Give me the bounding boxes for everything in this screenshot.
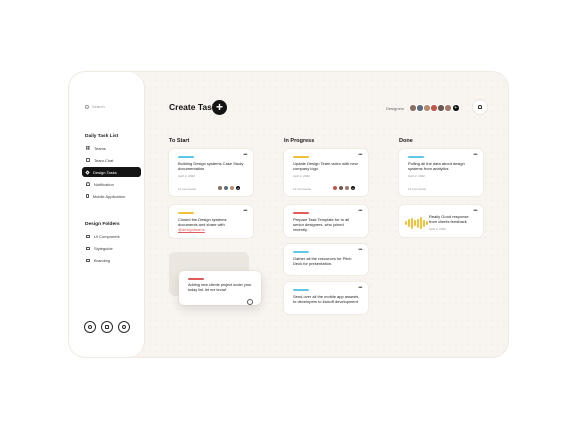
help-button[interactable] xyxy=(118,321,130,333)
folder-icon xyxy=(86,234,90,238)
more-options-icon[interactable]: ••• xyxy=(358,209,362,214)
more-options-icon[interactable]: ••• xyxy=(473,153,477,158)
settings-button[interactable] xyxy=(84,321,96,333)
designer-avatar[interactable] xyxy=(444,104,452,112)
sidebar: Search Daily Task List Teams Team Chat D… xyxy=(69,72,144,357)
task-card[interactable]: ••• Update Design Team video with new co… xyxy=(284,149,368,196)
column-title-done: Done xyxy=(399,138,413,144)
designers-label: Designers xyxy=(386,106,405,111)
task-card[interactable]: ••• Gather all the resources for Pitch D… xyxy=(284,244,368,275)
task-card[interactable]: ••• Send over all the mobile app assests… xyxy=(284,282,368,314)
bell-icon xyxy=(478,104,482,110)
sidebar-item-design-tasks[interactable]: Design Tasks xyxy=(82,167,141,177)
page-title: Create Task xyxy=(169,102,217,112)
folder-icon xyxy=(86,258,90,262)
task-card[interactable]: ••• Really Good response from clients fe… xyxy=(399,205,483,237)
avatar-more: + xyxy=(350,185,356,191)
tag-label xyxy=(188,278,204,280)
tag-label xyxy=(293,289,309,291)
help-icon xyxy=(122,325,126,329)
chat-icon xyxy=(86,158,90,162)
more-options-icon[interactable]: ••• xyxy=(243,209,247,214)
folder-item-ui-components[interactable]: UI Componets xyxy=(82,231,141,241)
mention-link[interactable]: @designteams xyxy=(178,227,205,232)
sidebar-item-mobile-application[interactable]: Mobile Application xyxy=(82,191,141,201)
sidebar-item-notification[interactable]: Notification xyxy=(82,179,141,189)
folder-item-branding[interactable]: Branding xyxy=(82,255,141,265)
mail-icon xyxy=(105,325,109,329)
task-card[interactable]: ••• Building Design systems Case Study d… xyxy=(169,149,253,196)
add-designer-button[interactable]: + xyxy=(452,104,460,112)
section-title-daily-tasks: Daily Task List xyxy=(85,134,119,139)
task-card[interactable]: ••• Closed the Design systems documents … xyxy=(169,205,253,238)
grid-icon xyxy=(86,146,90,150)
assignee-avatars: + xyxy=(217,185,247,191)
folder-icon xyxy=(86,246,90,250)
drag-cursor-icon xyxy=(247,299,253,305)
more-options-icon[interactable]: ••• xyxy=(473,209,477,214)
card-title: Closed the Design systems documents and … xyxy=(178,217,227,233)
audio-waveform-icon xyxy=(405,217,428,229)
tag-label xyxy=(293,156,309,158)
avatar-more: + xyxy=(235,185,241,191)
assignee-avatars: + xyxy=(332,185,362,191)
more-options-icon[interactable]: ••• xyxy=(243,153,247,158)
notification-button[interactable] xyxy=(473,100,487,114)
mail-button[interactable] xyxy=(101,321,113,333)
search-input[interactable]: Search xyxy=(85,104,105,109)
task-card[interactable]: ••• Pulling all the data about design sy… xyxy=(399,149,483,196)
phone-icon xyxy=(86,194,89,198)
column-title-to-start: To Start xyxy=(169,138,190,144)
settings-icon xyxy=(88,325,92,329)
pen-icon xyxy=(85,169,90,175)
create-task-button[interactable]: + xyxy=(212,100,227,115)
search-icon xyxy=(85,104,89,109)
tag-label xyxy=(293,251,309,253)
column-title-in-progress: In Progress xyxy=(284,138,315,144)
tag-label xyxy=(178,156,194,158)
more-options-icon[interactable]: ••• xyxy=(358,248,362,253)
section-title-design-folders: Design Folders xyxy=(85,222,120,227)
tag-label xyxy=(293,212,309,214)
task-card[interactable]: ••• Prepare Task Template for to all sen… xyxy=(284,205,368,237)
more-options-icon[interactable]: ••• xyxy=(358,153,362,158)
more-options-icon[interactable]: ••• xyxy=(358,286,362,291)
folder-item-styleguide[interactable]: Styleguide xyxy=(82,243,141,253)
sidebar-item-teams[interactable]: Teams xyxy=(82,143,141,153)
sidebar-item-team-chat[interactable]: Team Chat xyxy=(82,155,141,165)
app-window: Search Daily Task List Teams Team Chat D… xyxy=(69,72,508,357)
tag-label xyxy=(408,156,424,158)
bell-icon xyxy=(86,182,90,186)
tag-label xyxy=(178,212,194,214)
